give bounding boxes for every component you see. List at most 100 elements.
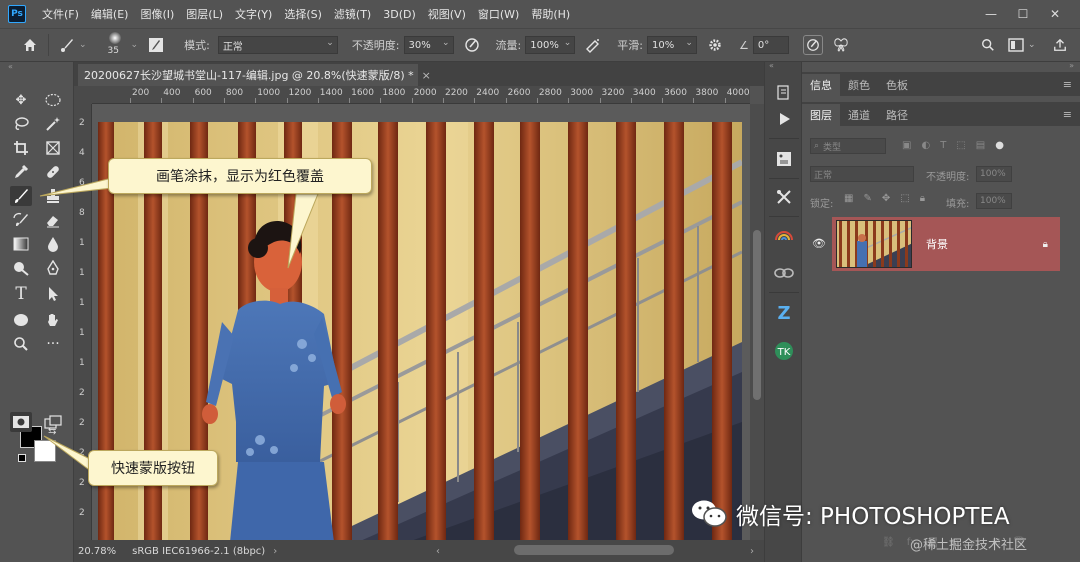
horizontal-scrollbar[interactable] — [514, 545, 674, 555]
menu-type[interactable]: 文字(Y) — [229, 6, 278, 22]
lock-all-icon[interactable]: 🔒︎ — [920, 193, 925, 204]
properties-panel-icon[interactable] — [773, 148, 795, 170]
lock-artboard-icon[interactable]: ⬚ — [900, 193, 909, 204]
stamp-tool-icon[interactable] — [42, 186, 64, 206]
flow-field[interactable]: 100% ⌄ — [525, 36, 576, 54]
menu-file[interactable]: 文件(F) — [36, 6, 85, 22]
close-icon[interactable]: × — [422, 69, 431, 82]
close-button[interactable]: ✕ — [1040, 0, 1070, 28]
pressure-opacity-icon[interactable] — [462, 35, 482, 55]
marquee-tool-icon[interactable] — [42, 90, 64, 110]
search-icon[interactable] — [978, 35, 998, 55]
brush-panel-icon[interactable] — [146, 35, 166, 55]
airbrush-icon[interactable] — [583, 35, 603, 55]
dodge-tool-icon[interactable] — [10, 258, 32, 278]
move-tool-icon[interactable]: ✥ — [10, 90, 32, 110]
eye-icon[interactable]: 👁︎ — [812, 237, 826, 250]
home-icon[interactable] — [20, 35, 40, 55]
pen-tool-icon[interactable] — [42, 258, 64, 278]
menu-layer[interactable]: 图层(L) — [180, 6, 229, 22]
screen-mode-icon[interactable] — [42, 412, 64, 432]
tools-plugin-icon[interactable] — [773, 186, 795, 208]
history-brush-icon[interactable] — [10, 210, 32, 230]
hand-tool-icon[interactable] — [42, 310, 64, 330]
menu-window[interactable]: 窗口(W) — [472, 6, 525, 22]
minimize-button[interactable]: — — [976, 0, 1006, 28]
brush-tool-icon[interactable] — [10, 186, 32, 206]
layer-filter-select[interactable]: ⌕ 类型 — [810, 138, 886, 154]
tab-color[interactable]: 颜色 — [840, 74, 878, 96]
mode-select[interactable]: 正常 ⌄ — [217, 36, 338, 54]
layer-name[interactable]: 背景 — [926, 236, 948, 252]
tab-channels[interactable]: 通道 — [840, 104, 878, 126]
menu-3d[interactable]: 3D(D) — [377, 8, 422, 21]
plugin-z-icon[interactable]: Z — [773, 302, 795, 324]
layer-fill-field[interactable]: 100% — [976, 193, 1012, 209]
scroll-right-icon[interactable]: › — [750, 546, 754, 557]
magic-wand-icon[interactable] — [42, 114, 64, 134]
scroll-left-icon[interactable]: ‹ — [436, 546, 440, 557]
zoom-level[interactable]: 20.78% — [78, 546, 116, 557]
actions-play-icon[interactable] — [773, 108, 795, 130]
angle-field[interactable]: 0° — [752, 36, 789, 54]
tab-swatches[interactable]: 色板 — [878, 74, 916, 96]
crop-tool-icon[interactable] — [10, 138, 32, 158]
ellipse-shape-icon[interactable] — [10, 310, 32, 330]
menu-select[interactable]: 选择(S) — [278, 6, 328, 22]
scroll-thumb[interactable] — [753, 230, 761, 400]
type-tool-icon[interactable]: T — [10, 284, 32, 304]
default-colors-icon[interactable] — [18, 454, 26, 462]
document-tab[interactable]: 20200627长沙望城书堂山-117-编辑.jpg @ 20.8%(快速蒙版/… — [78, 64, 431, 86]
blur-tool-icon[interactable] — [42, 234, 64, 254]
menu-edit[interactable]: 编辑(E) — [85, 6, 135, 22]
pressure-size-icon[interactable] — [802, 35, 823, 55]
brush-preset-icon[interactable] — [57, 35, 77, 55]
gradient-tool-icon[interactable] — [10, 234, 32, 254]
adjustment-filter-icon[interactable]: ◐ — [921, 140, 930, 151]
symmetry-butterfly-icon[interactable] — [831, 35, 851, 55]
plugin-link-icon[interactable] — [773, 262, 795, 284]
background-color-swatch[interactable] — [34, 440, 56, 462]
plugin-tk-icon[interactable]: TK — [773, 340, 795, 362]
menu-image[interactable]: 图像(I) — [134, 6, 180, 22]
chevron-right-icon[interactable]: › — [273, 546, 277, 557]
menu-view[interactable]: 视图(V) — [422, 6, 472, 22]
eyedropper-icon[interactable] — [10, 162, 32, 182]
restore-button[interactable]: ☐ — [1008, 0, 1038, 28]
plugin-rainbow-icon[interactable] — [773, 224, 795, 246]
panel-menu-icon[interactable]: ≡ — [1063, 108, 1072, 121]
more-tools-icon[interactable]: ··· — [42, 334, 64, 354]
lasso-tool-icon[interactable] — [10, 114, 32, 134]
smoothing-field[interactable]: 10% ⌄ — [646, 36, 697, 54]
lock-pixels-icon[interactable]: ▦ — [844, 193, 853, 204]
filter-toggle-icon[interactable]: ● — [995, 140, 1004, 151]
blend-mode-select[interactable]: 正常 — [810, 166, 914, 182]
frame-tool-icon[interactable] — [42, 138, 64, 158]
workspace-icon[interactable] — [1006, 35, 1026, 55]
smart-object-filter-icon[interactable]: ▤ — [976, 140, 985, 151]
vertical-scrollbar[interactable] — [750, 104, 764, 540]
history-panel-icon[interactable] — [773, 82, 795, 104]
tab-paths[interactable]: 路径 — [878, 104, 916, 126]
tab-info[interactable]: 信息 — [802, 74, 840, 96]
layer-opacity-field[interactable]: 100% — [976, 166, 1012, 182]
panel-menu-icon[interactable]: ≡ — [1063, 78, 1072, 91]
menu-filter[interactable]: 滤镜(T) — [328, 6, 377, 22]
tab-layers[interactable]: 图层 — [802, 104, 840, 126]
layer-row[interactable]: 背景 🔒︎ — [832, 217, 1060, 271]
link-layers-icon[interactable]: ⛓︎ — [882, 537, 895, 548]
path-selection-icon[interactable] — [42, 284, 64, 304]
eraser-icon[interactable] — [42, 210, 64, 230]
color-profile[interactable]: sRGB IEC61966-2.1 (8bpc) — [132, 546, 265, 557]
opacity-field[interactable]: 30% ⌄ — [403, 36, 454, 54]
type-filter-icon[interactable]: T — [940, 140, 946, 151]
shape-filter-icon[interactable]: ⬚ — [956, 140, 965, 151]
image-filter-icon[interactable]: ▣ — [902, 140, 911, 151]
menu-help[interactable]: 帮助(H) — [525, 6, 576, 22]
lock-paint-icon[interactable]: ✎ — [863, 193, 871, 204]
gear-icon[interactable] — [705, 35, 725, 55]
brush-size-picker[interactable]: 35 — [101, 30, 131, 60]
zoom-tool-icon[interactable] — [10, 334, 32, 354]
healing-brush-icon[interactable] — [42, 162, 64, 182]
share-icon[interactable] — [1050, 35, 1070, 55]
